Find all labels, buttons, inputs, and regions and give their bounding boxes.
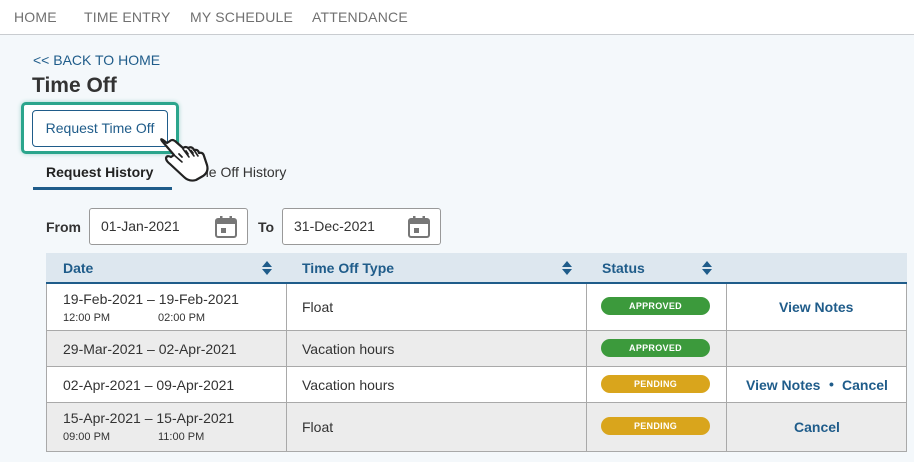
sort-icon[interactable] [262,261,272,275]
status-badge: APPROVED [601,297,710,315]
tab-request-history[interactable]: Request History [46,164,153,180]
top-nav: HOME TIME ENTRY MY SCHEDULE ATTENDANCE [0,0,914,35]
cancel-link[interactable]: Cancel [842,377,888,393]
to-date-field[interactable]: 31-Dec-2021 [282,208,441,245]
calendar-icon[interactable] [214,215,238,239]
nav-time-entry[interactable]: TIME ENTRY [84,9,171,25]
date-range: 02-Apr-2021 – 09-Apr-2021 [63,377,235,393]
back-to-home-link[interactable]: << BACK TO HOME [33,52,160,68]
sort-icon[interactable] [562,261,572,275]
table-row: 19-Feb-2021 – 19-Feb-2021 12:00 PM 02:00… [46,284,907,331]
time-off-type: Vacation hours [302,377,395,393]
status-badge: PENDING [601,375,710,393]
calendar-icon[interactable] [407,215,431,239]
end-time: 02:00 PM [158,312,206,324]
status-badge: PENDING [601,417,710,435]
view-notes-link[interactable]: View Notes [779,299,853,315]
sort-icon[interactable] [702,261,712,275]
view-notes-link[interactable]: View Notes [746,377,820,393]
page-title: Time Off [32,74,117,97]
request-time-off-button[interactable]: Request Time Off [32,110,168,147]
table-row: 02-Apr-2021 – 09-Apr-2021 Vacation hours… [46,367,907,403]
table-row: 15-Apr-2021 – 15-Apr-2021 09:00 PM 11:00… [46,403,907,452]
end-time: 11:00 PM [158,431,205,443]
time-off-type: Vacation hours [302,341,395,357]
status-badge: APPROVED [601,339,710,357]
column-header-status[interactable]: Status [602,260,645,276]
date-range: 15-Apr-2021 – 15-Apr-2021 [63,410,235,426]
date-range: 29-Mar-2021 – 02-Apr-2021 [63,341,237,357]
nav-home[interactable]: HOME [14,9,57,25]
time-off-type: Float [302,419,334,435]
start-time: 09:00 PM [63,431,111,443]
to-label: To [258,219,275,235]
time-off-type: Float [302,299,334,315]
from-date-field[interactable]: 01-Jan-2021 [89,208,248,245]
cancel-link[interactable]: Cancel [794,419,840,435]
nav-attendance[interactable]: ATTENDANCE [312,9,408,25]
to-date-value: 31-Dec-2021 [294,218,375,234]
table-header: Date Time Off Type Status [46,253,907,284]
start-time: 12:00 PM [63,312,111,324]
hand-pointer-icon [160,138,209,182]
column-header-date[interactable]: Date [63,260,93,276]
from-label: From [46,219,81,235]
date-range: 19-Feb-2021 – 19-Feb-2021 [63,291,239,307]
from-date-value: 01-Jan-2021 [101,218,180,234]
table-row: 29-Mar-2021 – 02-Apr-2021 Vacation hours… [46,331,907,367]
separator-dot: • [829,376,834,392]
active-tab-indicator [33,187,172,190]
column-header-time-off-type[interactable]: Time Off Type [302,260,394,276]
nav-my-schedule[interactable]: MY SCHEDULE [190,9,293,25]
